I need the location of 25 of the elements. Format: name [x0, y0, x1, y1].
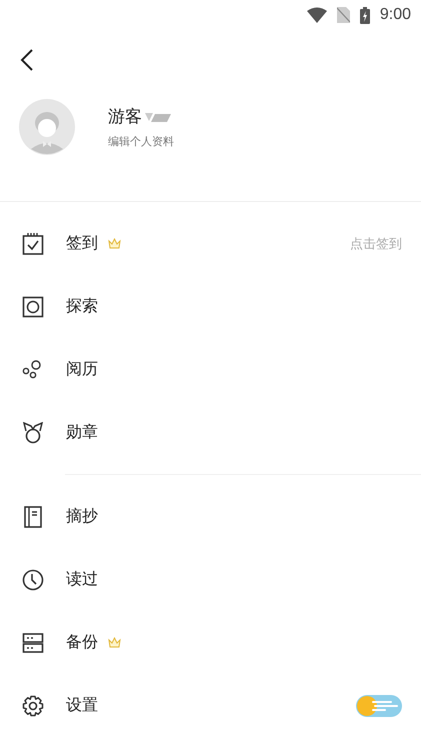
menu-item[interactable]: 设置	[0, 674, 421, 737]
menu-item[interactable]: 签到 点击签到	[0, 212, 421, 275]
status-time: 9:00	[380, 6, 411, 24]
battery-charging-icon	[360, 6, 370, 24]
menu-item[interactable]: 阅历	[0, 338, 421, 401]
menu-item[interactable]: 探索	[0, 275, 421, 338]
back-icon[interactable]	[20, 49, 34, 71]
no-sim-icon	[336, 7, 350, 23]
avatar-icon[interactable]	[19, 99, 75, 155]
settings-icon	[22, 694, 44, 716]
user-name: 游客	[108, 106, 142, 128]
calendar-check-icon	[22, 232, 44, 254]
menu-item[interactable]: 读过	[0, 548, 421, 611]
menu-item[interactable]: 摘抄	[0, 485, 421, 548]
theme-toggle[interactable]	[356, 694, 402, 716]
check-in-hint: 点击签到	[350, 236, 402, 252]
menu-item[interactable]: 勋章	[0, 401, 421, 464]
clock-icon	[22, 568, 44, 590]
vip-level-icon	[145, 110, 171, 122]
edit-profile-link[interactable]: 编辑个人资料	[108, 134, 174, 149]
wifi-icon	[306, 7, 327, 23]
menu-item[interactable]: 备份	[0, 611, 421, 674]
medal-icon	[22, 422, 44, 444]
notebook-icon	[22, 506, 44, 528]
server-icon	[22, 632, 44, 654]
